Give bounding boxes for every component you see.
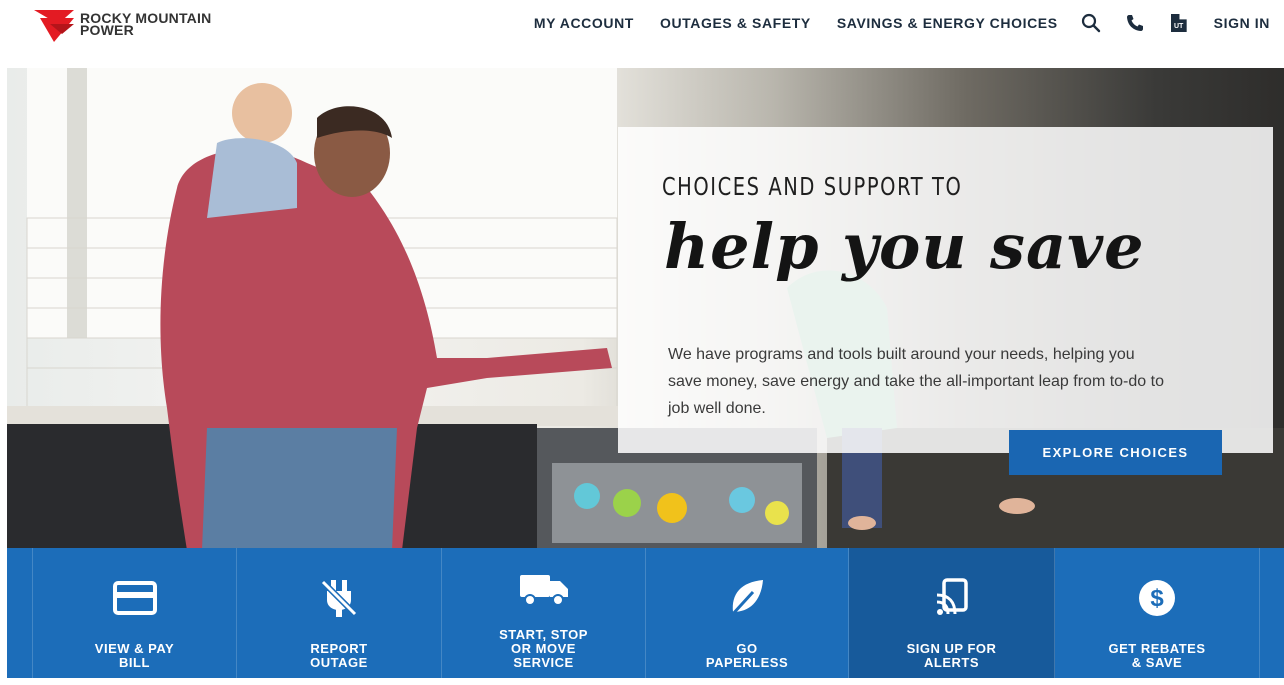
quick-link-label: SIGN UP FOR ALERTS — [906, 641, 997, 670]
quick-link-label: VIEW & PAY BILL — [94, 641, 175, 670]
quick-link-get-rebates[interactable]: $ GET REBATES & SAVE — [1055, 548, 1260, 678]
explore-choices-button[interactable]: EXPLORE CHOICES — [1009, 430, 1222, 475]
truck-icon — [514, 570, 574, 610]
page-bottom-strip — [0, 678, 1284, 685]
logo-mark-icon — [34, 8, 80, 42]
mobile-alert-icon — [922, 578, 982, 618]
quick-link-go-paperless[interactable]: GO PAPERLESS — [646, 548, 849, 678]
sign-in-link[interactable]: SIGN IN — [1214, 15, 1270, 31]
quick-link-report-outage[interactable]: REPORT OUTAGE — [237, 548, 442, 678]
quick-link-view-pay-bill[interactable]: VIEW & PAY BILL — [33, 548, 237, 678]
quick-links-spacer — [7, 548, 33, 678]
nav-savings-energy-choices[interactable]: SAVINGS & ENERGY CHOICES — [837, 15, 1058, 31]
quick-link-sign-up-alerts[interactable]: SIGN UP FOR ALERTS — [849, 548, 1055, 678]
dollar-icon: $ — [1127, 578, 1187, 618]
site-header: ROCKY MOUNTAIN POWER MY ACCOUNT OUTAGES … — [0, 0, 1284, 48]
quick-links-bar: VIEW & PAY BILL REPORT OUTAGE START, STO… — [7, 548, 1284, 678]
hero-title: help you save — [664, 210, 1145, 283]
unplugged-icon — [309, 578, 369, 618]
credit-card-icon — [105, 578, 165, 618]
quick-link-label: GET REBATES & SAVE — [1108, 641, 1206, 670]
state-abbreviation: UT — [1170, 14, 1187, 32]
main-nav: MY ACCOUNT OUTAGES & SAFETY SAVINGS & EN… — [534, 12, 1270, 34]
search-icon[interactable] — [1080, 12, 1102, 34]
svg-text:$: $ — [1150, 585, 1164, 612]
quick-link-start-stop-move[interactable]: START, STOP OR MOVE SERVICE — [442, 548, 646, 678]
hero-eyebrow: CHOICES AND SUPPORT TO — [662, 172, 963, 201]
quick-link-label: GO PAPERLESS — [705, 641, 789, 670]
hero-banner — [7, 68, 1284, 550]
state-utah-icon[interactable]: UT — [1168, 12, 1190, 34]
leaf-icon — [717, 578, 777, 618]
quick-link-label: START, STOP OR MOVE SERVICE — [499, 627, 588, 670]
phone-icon[interactable] — [1124, 12, 1146, 34]
nav-my-account[interactable]: MY ACCOUNT — [534, 15, 634, 31]
hero-body: We have programs and tools built around … — [668, 346, 1164, 417]
quick-link-label: REPORT OUTAGE — [310, 641, 368, 670]
brand-logo[interactable]: ROCKY MOUNTAIN POWER — [34, 8, 294, 44]
nav-outages-safety[interactable]: OUTAGES & SAFETY — [660, 15, 811, 31]
brand-name: ROCKY MOUNTAIN POWER — [80, 11, 211, 37]
